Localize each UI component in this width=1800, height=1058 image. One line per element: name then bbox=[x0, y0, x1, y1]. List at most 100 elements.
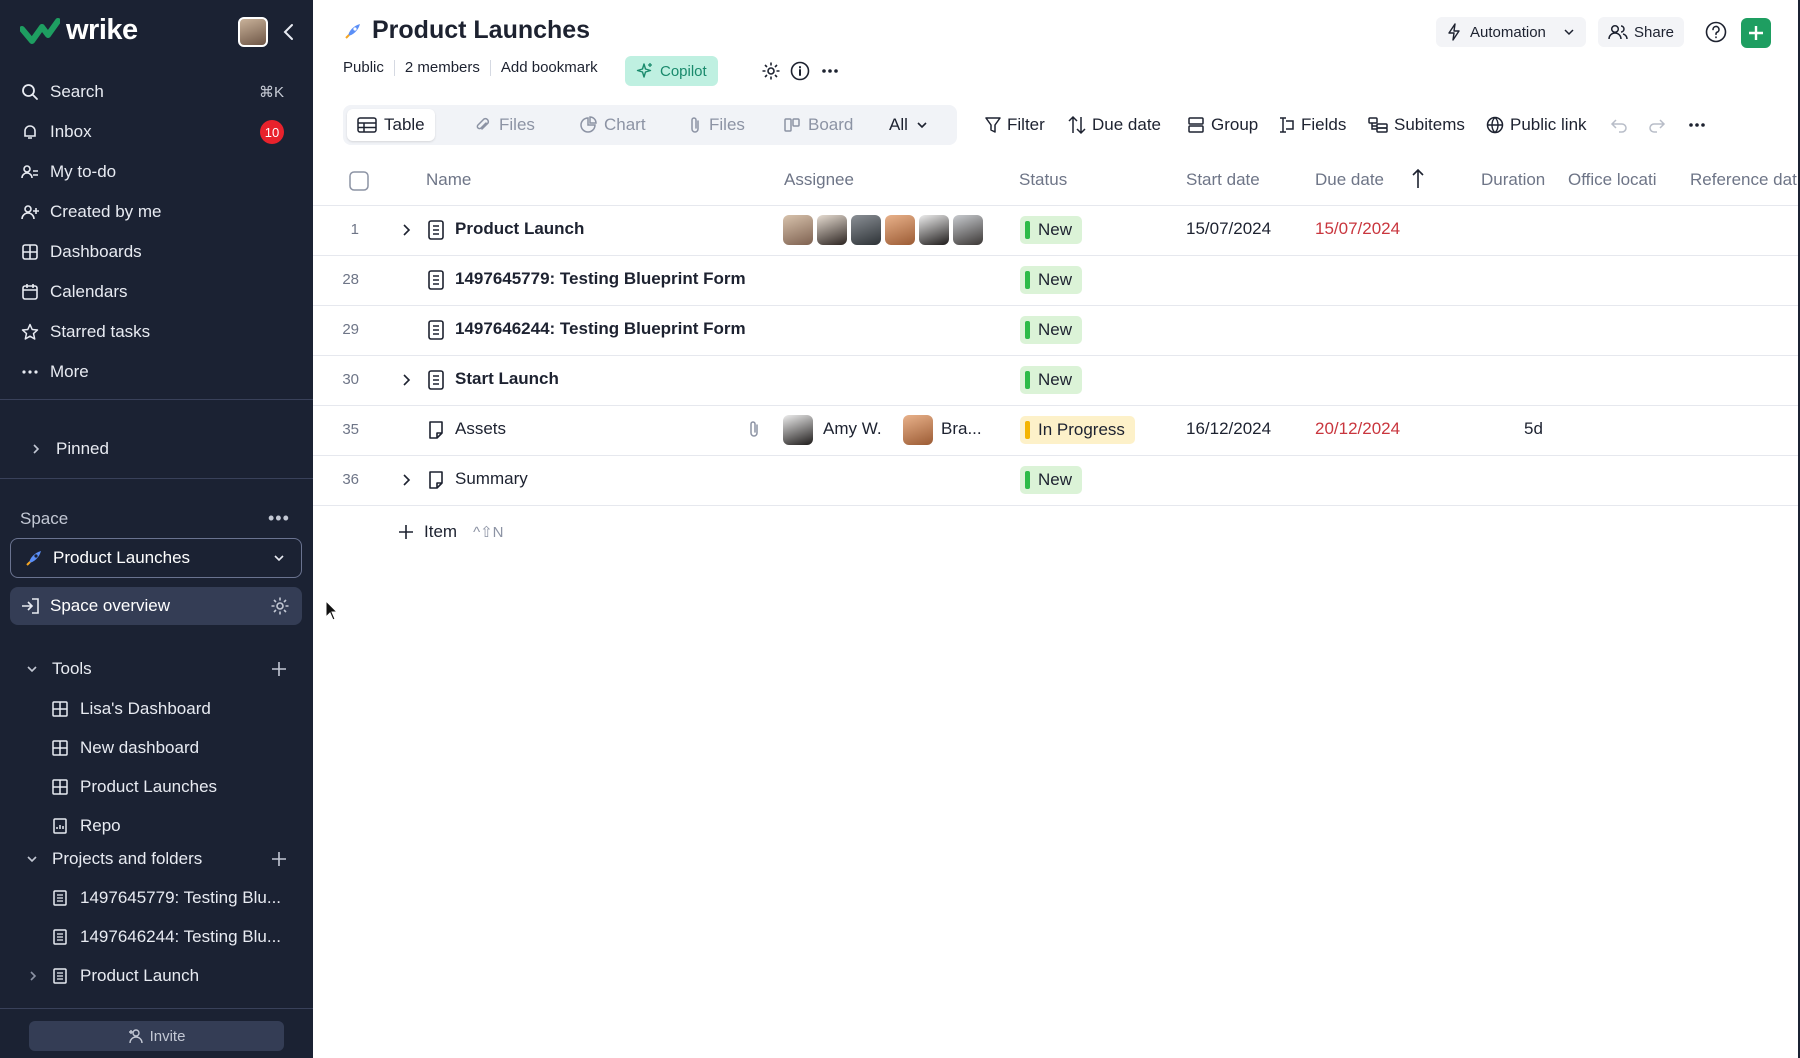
create-new-button[interactable] bbox=[1741, 18, 1771, 48]
user-avatar[interactable] bbox=[238, 17, 268, 47]
column-header-start-date[interactable]: Start date bbox=[1186, 170, 1260, 190]
column-header-status[interactable]: Status bbox=[1019, 170, 1067, 190]
copilot-button[interactable]: Copilot bbox=[625, 56, 718, 86]
table-row[interactable]: 35 Assets Amy W. Bra... In Progress 16/1… bbox=[313, 405, 1800, 455]
project-item[interactable]: Product Launch bbox=[26, 958, 199, 994]
tab-table[interactable]: Table bbox=[347, 109, 435, 141]
column-header-assignee[interactable]: Assignee bbox=[784, 170, 854, 190]
nav-my-todo[interactable]: My to-do bbox=[10, 153, 302, 191]
column-header-duration[interactable]: Duration bbox=[1481, 170, 1545, 190]
duration[interactable]: 5d bbox=[1524, 419, 1543, 439]
nav-inbox[interactable]: Inbox 10 bbox=[10, 113, 302, 151]
nav-search[interactable]: Search ⌘K bbox=[10, 73, 302, 111]
due-date[interactable]: 20/12/2024 bbox=[1315, 419, 1400, 439]
row-name[interactable]: 1497646244: Testing Blueprint Form bbox=[455, 319, 746, 339]
subitems-label: Subitems bbox=[1394, 115, 1465, 134]
status-badge[interactable]: New bbox=[1020, 366, 1083, 394]
project-item[interactable]: 1497645779: Testing Blu... bbox=[50, 880, 281, 916]
start-date[interactable]: 15/07/2024 bbox=[1186, 219, 1271, 239]
table-row[interactable]: 29 1497646244: Testing Blueprint Form Ne… bbox=[313, 305, 1800, 355]
assignee-name[interactable]: Bra... bbox=[941, 419, 982, 439]
chevron-right-icon[interactable] bbox=[26, 966, 40, 986]
column-header-name[interactable]: Name bbox=[426, 170, 471, 190]
add-bookmark-link[interactable]: Add bookmark bbox=[491, 60, 608, 76]
due-date[interactable]: 15/07/2024 bbox=[1315, 219, 1400, 239]
sort-button[interactable]: Due date bbox=[1068, 112, 1161, 138]
info-icon[interactable] bbox=[789, 60, 811, 82]
redo-icon[interactable] bbox=[1648, 112, 1666, 138]
subitems-button[interactable]: Subitems bbox=[1368, 112, 1465, 138]
tab-files[interactable]: Files bbox=[464, 109, 545, 141]
column-header-reference-date[interactable]: Reference dat bbox=[1690, 170, 1798, 190]
column-header-office-location[interactable]: Office locati bbox=[1568, 170, 1668, 190]
row-name[interactable]: Product Launch bbox=[455, 219, 584, 239]
paperclip-icon[interactable] bbox=[747, 419, 761, 439]
collapse-sidebar-icon[interactable] bbox=[280, 20, 298, 44]
start-date[interactable]: 16/12/2024 bbox=[1186, 419, 1271, 439]
wrike-logo[interactable]: wrike bbox=[20, 14, 138, 47]
space-selector[interactable]: Product Launches bbox=[10, 538, 302, 578]
tab-chart[interactable]: Chart bbox=[569, 109, 656, 141]
table-row[interactable]: 28 1497645779: Testing Blueprint Form Ne… bbox=[313, 255, 1800, 305]
space-menu-icon[interactable]: ••• bbox=[268, 508, 290, 529]
gear-icon[interactable] bbox=[760, 60, 782, 82]
chevron-right-icon[interactable] bbox=[398, 372, 414, 388]
nav-created-by-me[interactable]: Created by me bbox=[10, 193, 302, 231]
tool-item[interactable]: Product Launches bbox=[50, 769, 217, 805]
undo-icon[interactable] bbox=[1610, 112, 1628, 138]
add-project-icon[interactable] bbox=[270, 850, 288, 868]
visibility-label[interactable]: Public bbox=[343, 60, 395, 76]
members-link[interactable]: 2 members bbox=[395, 60, 491, 76]
add-tool-icon[interactable] bbox=[270, 660, 288, 678]
table-row[interactable]: 30 Start Launch New bbox=[313, 355, 1800, 405]
row-name[interactable]: Start Launch bbox=[455, 369, 559, 389]
add-item-button[interactable]: Item ^⇧N bbox=[398, 522, 504, 542]
chevron-right-icon[interactable] bbox=[398, 222, 414, 238]
tool-item[interactable]: Lisa's Dashboard bbox=[50, 691, 211, 727]
filter-button[interactable]: Filter bbox=[985, 112, 1045, 138]
status-badge[interactable]: In Progress bbox=[1020, 416, 1135, 444]
nav-calendars[interactable]: Calendars bbox=[10, 273, 302, 311]
share-button[interactable]: Share bbox=[1598, 17, 1685, 47]
tool-item[interactable]: New dashboard bbox=[50, 730, 199, 766]
chevron-right-icon[interactable] bbox=[398, 472, 414, 488]
project-item[interactable]: 1497646244: Testing Blu... bbox=[50, 919, 281, 955]
gear-icon[interactable] bbox=[270, 596, 290, 616]
all-views-dropdown[interactable]: All bbox=[879, 109, 939, 141]
tool-item[interactable]: Repo bbox=[50, 808, 121, 844]
space-overview-item[interactable]: Space overview bbox=[10, 587, 302, 625]
public-link-button[interactable]: Public link bbox=[1486, 112, 1587, 138]
invite-button[interactable]: Invite bbox=[29, 1021, 284, 1051]
public-link-label: Public link bbox=[1510, 115, 1587, 134]
table-row[interactable]: 1 Product Launch New 15/07/2024 15/07/20… bbox=[313, 205, 1800, 255]
row-name[interactable]: 1497645779: Testing Blueprint Form bbox=[455, 269, 746, 289]
group-button[interactable]: Group bbox=[1187, 112, 1258, 138]
nav-starred-tasks[interactable]: Starred tasks bbox=[10, 313, 302, 351]
nav-dashboards[interactable]: Dashboards bbox=[10, 233, 302, 271]
nav-more[interactable]: More bbox=[10, 353, 302, 391]
row-name[interactable]: Summary bbox=[455, 469, 528, 489]
assignee-avatars[interactable] bbox=[783, 215, 983, 245]
status-badge[interactable]: New bbox=[1020, 316, 1083, 344]
page-title-text[interactable]: Product Launches bbox=[372, 16, 590, 45]
projects-section[interactable]: Projects and folders bbox=[22, 841, 202, 877]
status-badge[interactable]: New bbox=[1020, 266, 1083, 294]
select-all-checkbox[interactable] bbox=[349, 171, 369, 196]
table-row[interactable]: 36 Summary New bbox=[313, 455, 1800, 505]
sort-ascending-icon[interactable] bbox=[1410, 168, 1426, 195]
toolbar-more-icon[interactable] bbox=[1687, 112, 1707, 138]
automation-button[interactable]: Automation bbox=[1436, 17, 1586, 47]
row-name[interactable]: Assets bbox=[455, 419, 506, 439]
assignee-name[interactable]: Amy W. bbox=[823, 419, 882, 439]
pinned-section[interactable]: Pinned bbox=[26, 431, 109, 467]
more-options-icon[interactable] bbox=[819, 60, 841, 82]
status-badge[interactable]: New bbox=[1020, 216, 1083, 244]
tab-board[interactable]: Board bbox=[773, 109, 863, 141]
fields-button[interactable]: Fields bbox=[1277, 112, 1346, 138]
tab-files-2[interactable]: Files bbox=[678, 109, 755, 141]
column-header-due-date[interactable]: Due date bbox=[1315, 170, 1384, 190]
tools-section[interactable]: Tools bbox=[22, 651, 92, 687]
row-number: 1 bbox=[350, 221, 359, 238]
help-icon[interactable] bbox=[1705, 21, 1727, 43]
status-badge[interactable]: New bbox=[1020, 466, 1083, 494]
